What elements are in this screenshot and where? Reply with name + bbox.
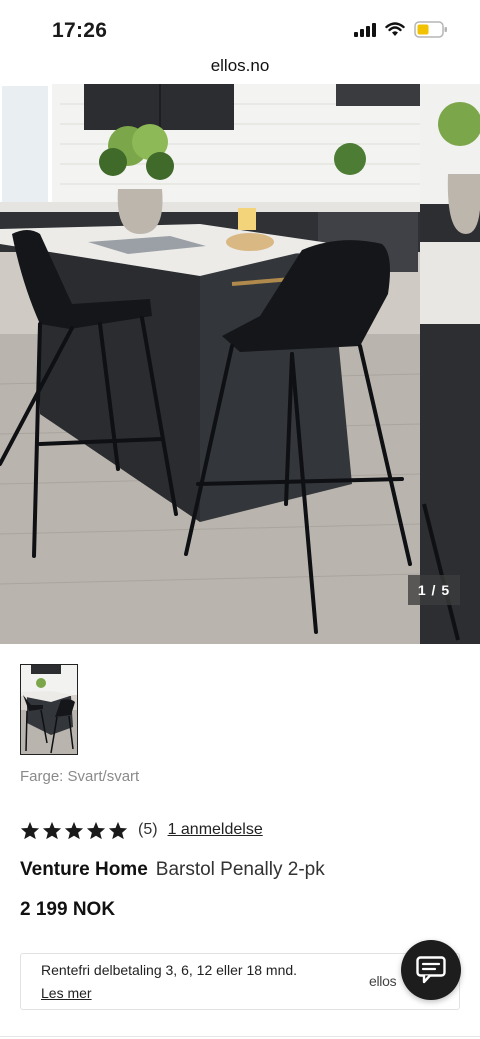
- financing-banner: Rentefri delbetaling 3, 6, 12 eller 18 m…: [20, 953, 460, 1010]
- ellos-logo: ellos: [369, 973, 397, 989]
- wifi-icon: [385, 22, 405, 36]
- chat-button[interactable]: [401, 940, 461, 1000]
- product-title: Venture Home Barstol Penally 2-pk: [20, 859, 325, 881]
- chat-icon: [416, 956, 446, 984]
- product-name: Barstol Penally 2-pk: [155, 859, 325, 880]
- gallery-thumbnail-1[interactable]: [20, 664, 78, 755]
- status-time: 17:26: [52, 19, 108, 42]
- status-bar: 17:26: [0, 0, 480, 56]
- star-icon: [108, 821, 128, 839]
- battery-icon: [414, 21, 447, 38]
- financing-text: Rentefri delbetaling 3, 6, 12 eller 18 m…: [41, 962, 298, 978]
- signal-icon: [354, 22, 376, 37]
- status-icons: [354, 21, 448, 38]
- thumbnail-image: [21, 665, 77, 754]
- reviews-link[interactable]: 1 anmeldelse: [168, 821, 263, 839]
- rating-row[interactable]: (5) 1 anmeldelse: [20, 818, 263, 842]
- browser-url[interactable]: ellos.no: [0, 56, 480, 84]
- rating-count: (5): [138, 821, 158, 838]
- gallery-counter: 1 / 5: [408, 575, 460, 605]
- color-label: Farge: Svart/svart: [20, 768, 140, 785]
- rating-stars: [20, 821, 128, 840]
- star-icon: [86, 821, 106, 839]
- product-image-gallery[interactable]: [0, 84, 480, 644]
- product-price: 2 199 NOK: [20, 899, 116, 920]
- star-icon: [64, 821, 84, 839]
- star-icon: [20, 821, 40, 839]
- product-image: [0, 84, 480, 644]
- product-brand[interactable]: Venture Home: [20, 859, 148, 880]
- financing-read-more-link[interactable]: Les mer: [41, 985, 92, 1001]
- star-icon: [42, 821, 62, 839]
- divider: [0, 1036, 480, 1037]
